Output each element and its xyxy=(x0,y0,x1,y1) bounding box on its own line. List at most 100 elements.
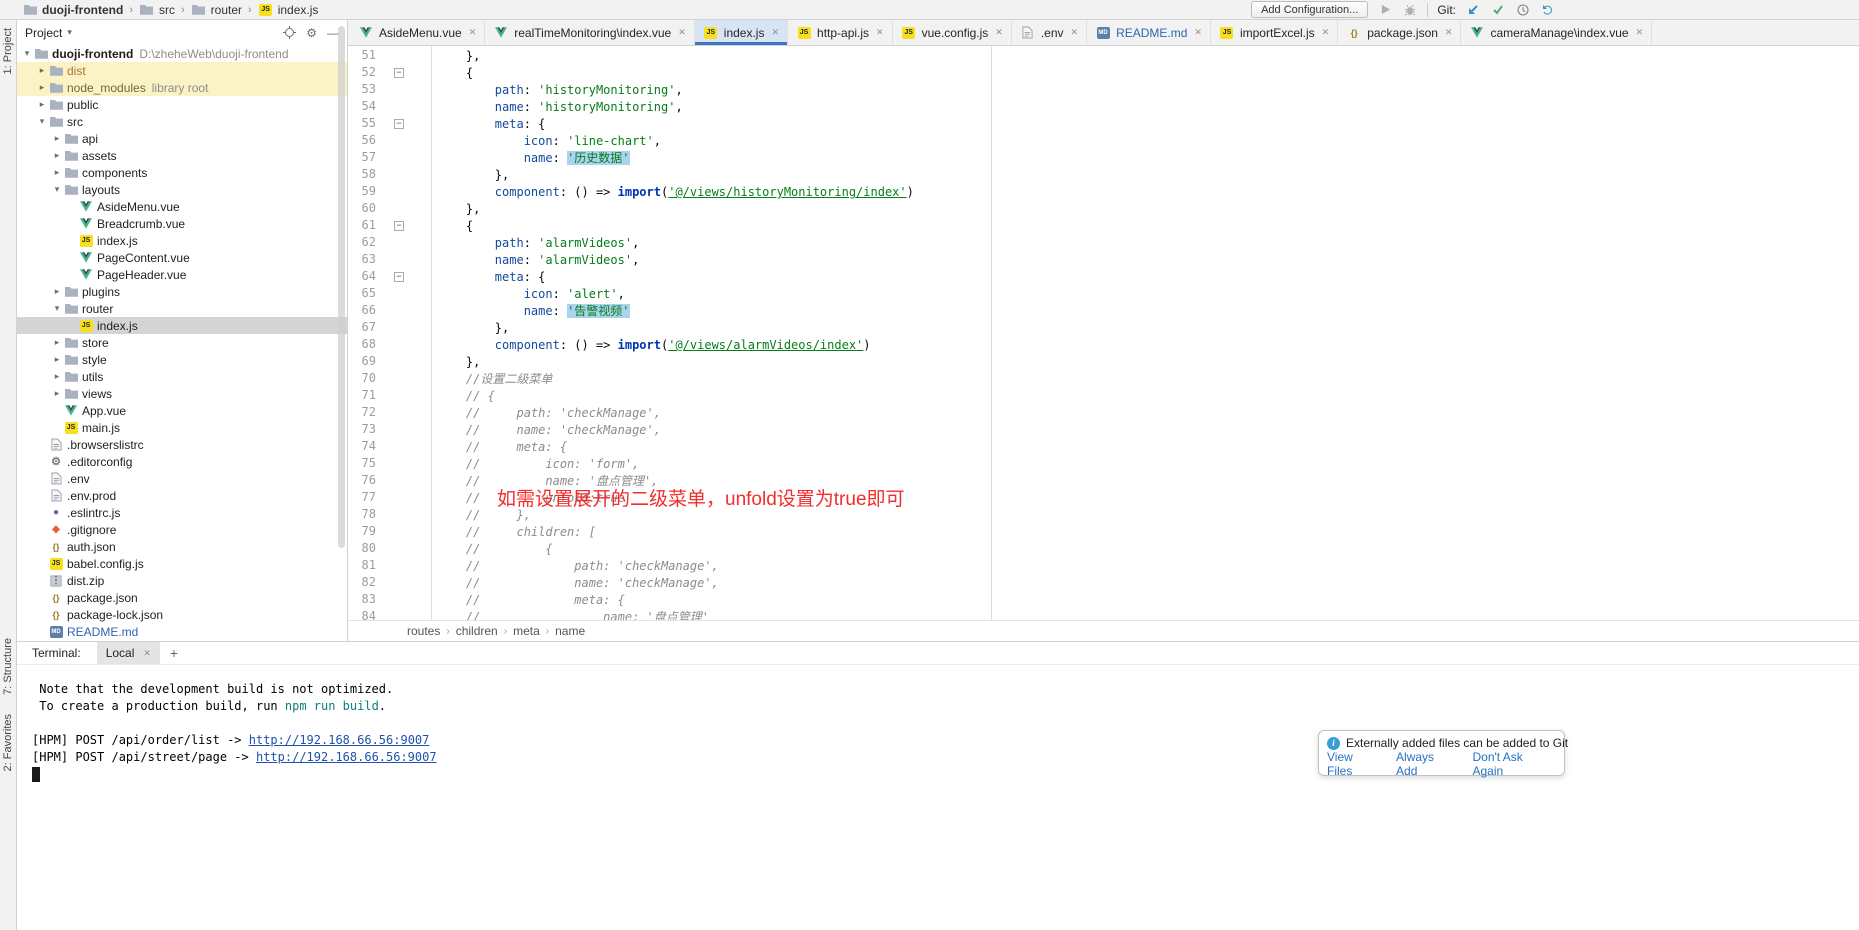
debug-icon[interactable] xyxy=(1402,2,1418,18)
tree-toggle-icon[interactable]: ▸ xyxy=(51,354,63,365)
tree-item[interactable]: AsideMenu.vue xyxy=(17,198,347,215)
tree-item[interactable]: Breadcrumb.vue xyxy=(17,215,347,232)
tree-item[interactable]: ▾duoji-frontendD:\zheheWeb\duoji-fronten… xyxy=(17,45,347,62)
tree-item[interactable]: PageContent.vue xyxy=(17,249,347,266)
tab-close-icon[interactable]: ✕ xyxy=(995,27,1003,38)
editor-breadcrumb-item[interactable]: routes xyxy=(407,624,440,638)
tree-toggle-icon[interactable]: ▸ xyxy=(51,337,63,348)
breadcrumb-item[interactable]: JSindex.js xyxy=(258,3,319,17)
tree-toggle-icon[interactable]: ▸ xyxy=(51,133,63,144)
tree-item[interactable]: ▾layouts xyxy=(17,181,347,198)
tree-item[interactable]: ▸utils xyxy=(17,368,347,385)
git-update-icon[interactable] xyxy=(1465,2,1481,18)
tree-item[interactable]: ▸public xyxy=(17,96,347,113)
tree-item[interactable]: JSindex.js xyxy=(17,317,347,334)
editor-tab[interactable]: {}package.json✕ xyxy=(1338,20,1461,45)
tree-toggle-icon[interactable]: ▾ xyxy=(21,48,33,59)
tab-close-icon[interactable]: ✕ xyxy=(1636,27,1644,38)
add-configuration-button[interactable]: Add Configuration... xyxy=(1251,1,1368,18)
notification-action[interactable]: Always Add xyxy=(1396,750,1456,778)
editor-tab[interactable]: AsideMenu.vue✕ xyxy=(350,20,485,45)
tree-toggle-icon[interactable]: ▾ xyxy=(36,116,48,127)
scrollbar[interactable] xyxy=(338,26,345,548)
tree-item[interactable]: PageHeader.vue xyxy=(17,266,347,283)
code-pane[interactable]: }, { path: 'historyMonitoring', name: 'h… xyxy=(432,46,1859,620)
tree-item[interactable]: ▸api xyxy=(17,130,347,147)
tree-item[interactable]: ▸store xyxy=(17,334,347,351)
terminal-link[interactable]: http://192.168.66.56:9007 xyxy=(249,733,430,747)
close-icon[interactable]: ✕ xyxy=(143,648,151,659)
tree-toggle-icon[interactable]: ▸ xyxy=(51,371,63,382)
tree-item[interactable]: MDREADME.md xyxy=(17,623,347,640)
tree-toggle-icon[interactable]: ▸ xyxy=(36,82,48,93)
tab-close-icon[interactable]: ✕ xyxy=(469,27,477,38)
tool-button-structure[interactable]: 7: Structure xyxy=(2,638,14,695)
editor-tab[interactable]: cameraManage\index.vue✕ xyxy=(1461,20,1652,45)
tree-toggle-icon[interactable]: ▾ xyxy=(51,184,63,195)
breadcrumb-item[interactable]: router xyxy=(191,3,242,17)
tree-item[interactable]: JSbabel.config.js xyxy=(17,555,347,572)
tree-item[interactable]: ▸components xyxy=(17,164,347,181)
tree-item[interactable]: {}package-lock.json xyxy=(17,606,347,623)
tree-item[interactable]: .env.prod xyxy=(17,487,347,504)
fold-icon[interactable]: − xyxy=(394,221,404,231)
tree-item[interactable]: ▸node_moduleslibrary root xyxy=(17,79,347,96)
tab-close-icon[interactable]: ✕ xyxy=(1194,27,1202,38)
terminal-link[interactable]: http://192.168.66.56:9007 xyxy=(256,750,437,764)
tree-item[interactable]: ▸plugins xyxy=(17,283,347,300)
notification-action[interactable]: View Files xyxy=(1327,750,1380,778)
new-terminal-button[interactable]: + xyxy=(170,645,178,661)
tree-toggle-icon[interactable]: ▾ xyxy=(51,303,63,314)
project-panel-title[interactable]: Project xyxy=(25,26,62,40)
editor-tab[interactable]: .env✕ xyxy=(1012,20,1087,45)
editor-tab[interactable]: JSimportExcel.js✕ xyxy=(1211,20,1338,45)
tab-close-icon[interactable]: ✕ xyxy=(678,27,686,38)
tree-toggle-icon[interactable]: ▸ xyxy=(51,286,63,297)
tab-close-icon[interactable]: ✕ xyxy=(771,27,779,38)
tree-item[interactable]: {}package.json xyxy=(17,589,347,606)
git-commit-icon[interactable] xyxy=(1490,2,1506,18)
tree-toggle-icon[interactable]: ▸ xyxy=(51,150,63,161)
tool-button-favorites[interactable]: 2: Favorites xyxy=(2,714,14,771)
code-editor[interactable]: 5152−535455−565758596061−626364−65666768… xyxy=(348,46,1859,620)
editor-tab[interactable]: JShttp-api.js✕ xyxy=(788,20,893,45)
editor-tab[interactable]: MDREADME.md✕ xyxy=(1087,20,1211,45)
tool-button-project[interactable]: 1: Project xyxy=(2,28,14,74)
editor-tab[interactable]: realTimeMonitoring\index.vue✕ xyxy=(485,20,695,45)
terminal-tab-local[interactable]: Local ✕ xyxy=(97,642,160,664)
breadcrumb-item[interactable]: src xyxy=(139,3,175,17)
tree-toggle-icon[interactable]: ▸ xyxy=(36,99,48,110)
fold-icon[interactable]: − xyxy=(394,272,404,282)
tab-close-icon[interactable]: ✕ xyxy=(1322,27,1330,38)
tree-item[interactable]: ▸views xyxy=(17,385,347,402)
tree-item[interactable]: ▾router xyxy=(17,300,347,317)
tree-item[interactable]: ▸style xyxy=(17,351,347,368)
breadcrumb-item[interactable]: duoji-frontend xyxy=(22,3,123,17)
tree-item[interactable]: {}auth.json xyxy=(17,538,347,555)
fold-icon[interactable]: − xyxy=(394,68,404,78)
editor-breadcrumb-item[interactable]: children xyxy=(456,624,498,638)
tree-toggle-icon[interactable]: ▸ xyxy=(51,167,63,178)
chevron-down-icon[interactable]: ▾ xyxy=(67,27,72,38)
tree-item[interactable]: ▸dist xyxy=(17,62,347,79)
tree-item[interactable]: ▾src xyxy=(17,113,347,130)
tree-item[interactable]: .env xyxy=(17,470,347,487)
tree-toggle-icon[interactable]: ▸ xyxy=(51,388,63,399)
tree-item[interactable]: ◆.gitignore xyxy=(17,521,347,538)
fold-icon[interactable]: − xyxy=(394,119,404,129)
tree-item[interactable]: App.vue xyxy=(17,402,347,419)
run-icon[interactable] xyxy=(1377,2,1393,18)
locate-file-icon[interactable] xyxy=(283,26,296,39)
editor-tab[interactable]: JSvue.config.js✕ xyxy=(893,20,1012,45)
tree-item[interactable]: dist.zip xyxy=(17,572,347,589)
editor-tab[interactable]: JSindex.js✕ xyxy=(695,20,788,45)
notification-action[interactable]: Don't Ask Again xyxy=(1472,750,1554,778)
editor-breadcrumb-item[interactable]: name xyxy=(555,624,585,638)
tab-close-icon[interactable]: ✕ xyxy=(1071,27,1079,38)
tab-close-icon[interactable]: ✕ xyxy=(876,27,884,38)
tree-item[interactable]: ●.eslintrc.js xyxy=(17,504,347,521)
tree-item[interactable]: JSindex.js xyxy=(17,232,347,249)
tab-close-icon[interactable]: ✕ xyxy=(1445,27,1453,38)
git-history-icon[interactable] xyxy=(1515,2,1531,18)
tree-toggle-icon[interactable]: ▸ xyxy=(36,65,48,76)
